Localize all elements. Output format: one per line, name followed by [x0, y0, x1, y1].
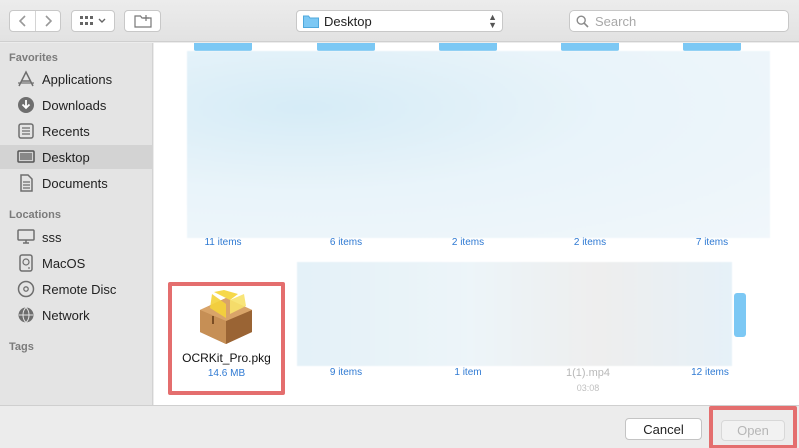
sidebar-item-label: sss: [42, 229, 62, 245]
folder-item-count[interactable]: 7 items: [677, 237, 747, 248]
documents-icon: [16, 174, 36, 192]
sidebar-item-label: MacOS: [42, 255, 86, 271]
new-folder-button[interactable]: [124, 10, 161, 32]
sidebar-item-label: Remote Disc: [42, 281, 117, 297]
chevron-left-icon: [18, 15, 26, 27]
location-dropdown[interactable]: Desktop ▲ ▼: [296, 10, 503, 32]
pkg-file-name: OCRKit_Pro.pkg: [182, 351, 271, 365]
open-button-highlight: Open: [709, 406, 797, 448]
folder-tab: [439, 43, 497, 51]
favorites-section-title: Favorites: [9, 52, 58, 64]
sidebar-item-label: Applications: [42, 71, 113, 87]
nav-buttons: [9, 10, 61, 32]
search-icon: [576, 14, 589, 28]
bottom-bar: Cancel Open: [0, 405, 799, 448]
folder-item-count[interactable]: 1 item: [433, 367, 503, 378]
sidebar-item-label: Recents: [42, 123, 90, 139]
desktop-icon: [16, 148, 36, 166]
pkg-file-item[interactable]: OCRKit_Pro.pkg 14.6 MB: [168, 282, 285, 395]
sidebar-item-applications[interactable]: Applications: [0, 67, 153, 91]
cancel-button[interactable]: Cancel: [625, 418, 702, 440]
toolbar: Desktop ▲ ▼: [0, 0, 799, 42]
back-button[interactable]: [10, 11, 35, 31]
sidebar-item-desktop[interactable]: Desktop: [0, 145, 153, 169]
open-button[interactable]: Open: [721, 420, 785, 441]
blurred-files-row: [297, 262, 732, 366]
file-browser: 11 items 6 items 2 items 2 items 7 items…: [154, 43, 799, 405]
video-file-name[interactable]: 1(1).mp4: [543, 367, 633, 379]
chevron-right-icon: [45, 15, 52, 27]
folder-item-count[interactable]: 11 items: [188, 237, 258, 248]
sidebar-item-documents[interactable]: Documents: [0, 171, 153, 195]
package-icon: [200, 290, 252, 344]
folder-item-count[interactable]: 6 items: [311, 237, 381, 248]
network-icon: [16, 306, 36, 324]
sidebar: Favorites Applications Downloads Recents…: [0, 43, 153, 405]
tags-section-title: Tags: [9, 341, 34, 353]
folder-tab: [194, 43, 252, 51]
forward-button[interactable]: [35, 11, 60, 31]
applications-icon: [16, 70, 36, 88]
sidebar-item-sss[interactable]: sss: [0, 225, 153, 249]
grid-icon: [80, 16, 93, 25]
new-folder-icon: [133, 15, 152, 28]
blurred-folders-row: [187, 51, 770, 238]
folder-icon: [303, 15, 319, 28]
sidebar-item-label: Documents: [42, 175, 108, 191]
disk-icon: [16, 254, 36, 272]
search-field[interactable]: [569, 10, 789, 32]
folder-item-count[interactable]: 9 items: [311, 367, 381, 378]
sidebar-item-label: Desktop: [42, 149, 90, 165]
sidebar-item-recents[interactable]: Recents: [0, 119, 153, 143]
folder-item-count[interactable]: 2 items: [433, 237, 503, 248]
folder-tab: [561, 43, 619, 51]
view-mode-button[interactable]: [71, 10, 115, 32]
folder-tab: [683, 43, 741, 51]
search-input[interactable]: [595, 13, 775, 29]
sidebar-item-network[interactable]: Network: [0, 303, 153, 327]
locations-section-title: Locations: [9, 209, 61, 221]
sidebar-item-label: Network: [42, 307, 90, 323]
location-label: Desktop: [324, 13, 372, 29]
folder-item-count[interactable]: 12 items: [675, 367, 745, 378]
computer-icon: [16, 228, 36, 246]
folder-tab: [317, 43, 375, 51]
folder-item-count[interactable]: 2 items: [555, 237, 625, 248]
pkg-file-size: 14.6 MB: [207, 368, 246, 379]
sidebar-item-downloads[interactable]: Downloads: [0, 93, 153, 117]
folder-edge: [734, 293, 746, 337]
chevron-down-icon: [98, 18, 106, 23]
downloads-icon: [16, 96, 36, 114]
sidebar-item-label: Downloads: [42, 97, 107, 113]
remote-disc-icon: [16, 280, 36, 298]
video-duration: 03:08: [576, 383, 600, 393]
sidebar-item-remote-disc[interactable]: Remote Disc: [0, 277, 153, 301]
sidebar-item-macos[interactable]: MacOS: [0, 251, 153, 275]
recents-icon: [16, 122, 36, 140]
updown-chevron-icon: ▲ ▼: [488, 12, 497, 30]
